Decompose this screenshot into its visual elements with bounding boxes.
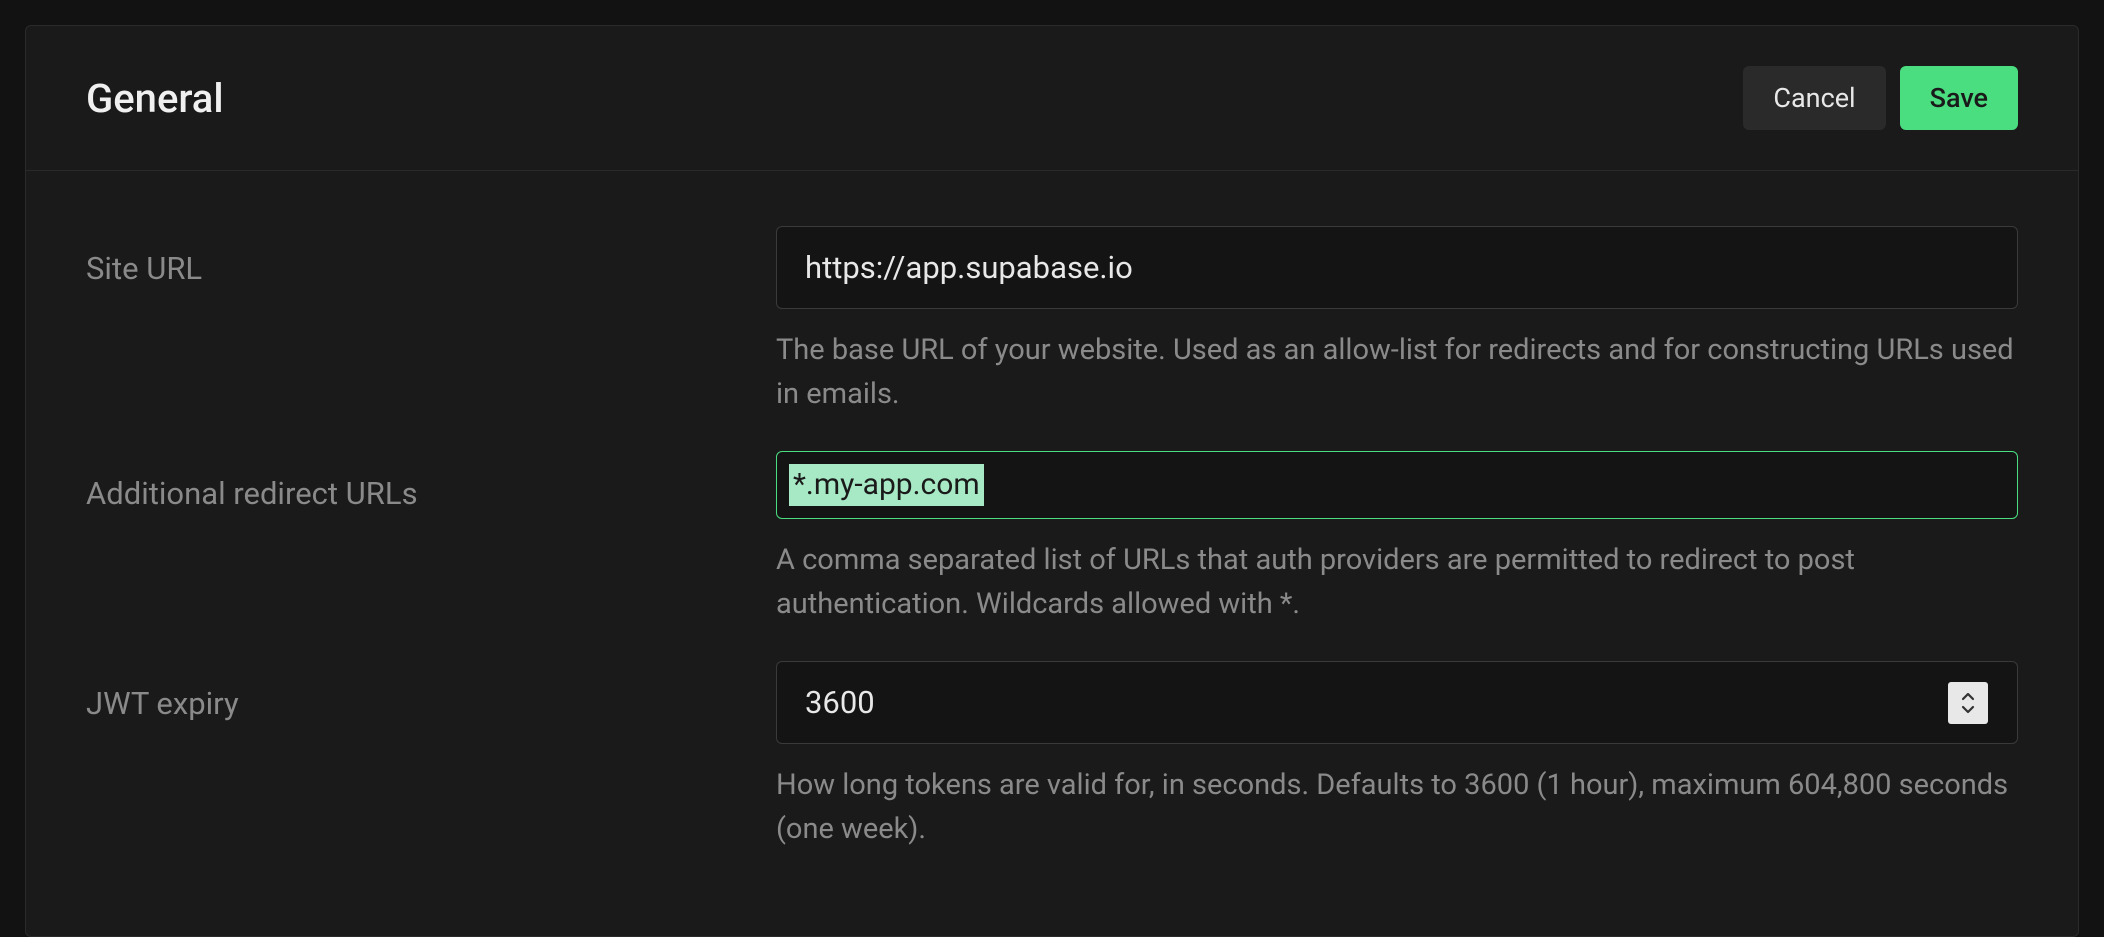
jwt-expiry-row: JWT expiry How long tokens are valid for…	[86, 661, 2018, 851]
jwt-expiry-input[interactable]	[776, 661, 2018, 744]
jwt-expiry-label: JWT expiry	[86, 661, 756, 722]
site-url-label: Site URL	[86, 226, 756, 287]
redirect-urls-row: Additional redirect URLs *.my-app.com A …	[86, 451, 2018, 626]
general-settings-panel: General Cancel Save Site URL The base UR…	[25, 25, 2079, 937]
chevron-up-icon	[1959, 691, 1977, 703]
jwt-expiry-input-wrap	[776, 661, 2018, 744]
site-url-field: The base URL of your website. Used as an…	[776, 226, 2018, 416]
panel-title: General	[86, 75, 224, 122]
panel-header: General Cancel Save	[26, 26, 2078, 171]
redirect-urls-help: A comma separated list of URLs that auth…	[776, 539, 2018, 626]
redirect-urls-input[interactable]: *.my-app.com	[776, 451, 2018, 519]
save-button[interactable]: Save	[1900, 66, 2018, 130]
site-url-row: Site URL The base URL of your website. U…	[86, 226, 2018, 416]
chevron-down-icon	[1959, 703, 1977, 715]
panel-body: Site URL The base URL of your website. U…	[26, 171, 2078, 936]
site-url-input[interactable]	[776, 226, 2018, 309]
header-actions: Cancel Save	[1743, 66, 2018, 130]
jwt-expiry-field: How long tokens are valid for, in second…	[776, 661, 2018, 851]
redirect-urls-field: *.my-app.com A comma separated list of U…	[776, 451, 2018, 626]
redirect-urls-selection: *.my-app.com	[789, 464, 984, 506]
redirect-urls-label: Additional redirect URLs	[86, 451, 756, 512]
cancel-button[interactable]: Cancel	[1743, 66, 1885, 130]
jwt-expiry-help: How long tokens are valid for, in second…	[776, 764, 2018, 851]
site-url-help: The base URL of your website. Used as an…	[776, 329, 2018, 416]
number-stepper[interactable]	[1948, 682, 1988, 724]
